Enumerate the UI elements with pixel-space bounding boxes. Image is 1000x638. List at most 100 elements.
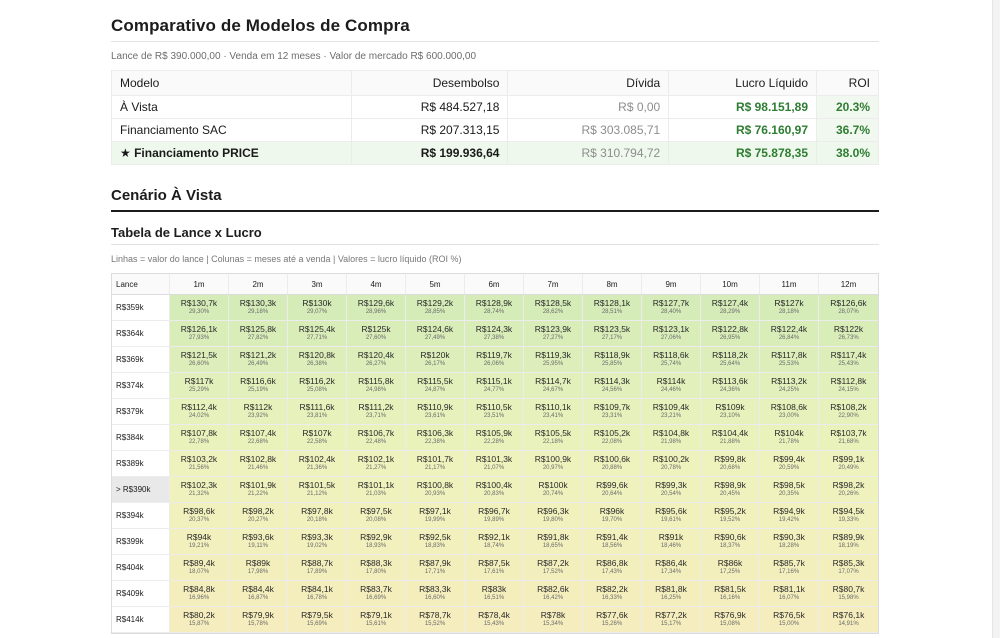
profit-value: R$78,4k: [478, 610, 510, 621]
lance-label: R$389k: [112, 451, 170, 476]
roi-value: 19,70%: [601, 516, 623, 523]
profit-value: R$115,5k: [417, 376, 453, 387]
page-title: Comparativo de Modelos de Compra: [111, 16, 410, 35]
profit-cell: R$88,3k 17,80%: [347, 555, 406, 580]
profit-cell: R$85,7k 17,16%: [760, 555, 819, 580]
roi-value: 20,88%: [601, 464, 623, 471]
roi-value: 18,28%: [778, 542, 800, 549]
profit-value: R$105,2k: [593, 428, 631, 439]
profit-cell: R$118,9k 25,85%: [583, 347, 642, 372]
profit-cell: R$116,2k 25,08%: [288, 373, 347, 398]
profit-cell: R$78,7k 15,52%: [406, 607, 465, 632]
profit-value: R$76,1k: [832, 610, 865, 621]
profit-value: R$115,1k: [476, 376, 512, 387]
profit-value: R$106,7k: [357, 428, 395, 439]
profit-cell: R$124,6k 27,49%: [406, 321, 465, 346]
profit-cell: R$97,8k 20,18%: [288, 503, 347, 528]
lance-row: R$409k R$84,8k 16,96% R$84,4k 16,87% R$84,1k 1…: [112, 581, 878, 607]
profit-value: R$90,3k: [773, 532, 805, 543]
roi-value: 19,02%: [306, 542, 328, 549]
profit-cell: R$94,9k 19,42%: [760, 503, 819, 528]
profit-cell: R$125k 27,60%: [347, 321, 406, 346]
profit-cell: R$104,8k 21,98%: [642, 425, 701, 450]
roi-value: 20,37%: [188, 516, 210, 523]
profit-value: R$121,2k: [239, 350, 277, 361]
profit-cell: R$120,4k 26,27%: [347, 347, 406, 372]
profit-value: R$98,2k: [242, 506, 274, 517]
roi-value: 21,07%: [483, 464, 505, 471]
profit-cell: R$128,9k 28,74%: [465, 295, 524, 320]
roi-value: 26,49%: [247, 360, 269, 367]
lance-row: R$394k R$98,6k 20,37% R$98,2k 20,27% R$97,8k 2…: [112, 503, 878, 529]
roi-value: 17,07%: [838, 568, 859, 575]
profit-value: R$79,5k: [301, 610, 333, 621]
profit-value: R$79,1k: [360, 610, 392, 621]
profit-cell: R$119,7k 26,06%: [465, 347, 524, 372]
profit-value: R$127k: [774, 298, 804, 309]
roi-value: 16,60%: [424, 594, 446, 601]
roi-value: 27,38%: [483, 334, 505, 341]
desembolso-cell: R$ 199.936,64: [350, 141, 509, 165]
lance-label: R$414k: [112, 607, 170, 632]
profit-value: R$90,6k: [714, 532, 746, 543]
table-title-divider: [111, 244, 879, 245]
roi-value: 22,48%: [365, 438, 387, 445]
profit-cell: R$113,6k 24,36%: [701, 373, 760, 398]
roi-value: 20,35%: [778, 490, 800, 497]
profit-value: R$111,2k: [358, 402, 394, 413]
profit-value: R$103,2k: [180, 454, 218, 465]
roi-value: 21,68%: [838, 438, 859, 445]
profit-value: R$120,8k: [298, 350, 336, 361]
profit-cell: R$92,1k 18,74%: [465, 529, 524, 554]
profit-cell: R$109,4k 23,21%: [642, 399, 701, 424]
profit-value: R$126,1k: [180, 324, 218, 335]
profit-value: R$82,2k: [596, 584, 628, 595]
profit-value: R$122,8k: [711, 324, 749, 335]
modelo-cell: Financiamento SAC: [111, 118, 352, 142]
profit-value: R$108,6k: [770, 402, 808, 413]
profit-cell: R$105,9k 22,28%: [465, 425, 524, 450]
roi-value: 27,17%: [601, 334, 623, 341]
profit-value: R$78k: [540, 610, 566, 621]
profit-value: R$82,6k: [537, 584, 569, 595]
corner-label: Lance: [112, 274, 170, 294]
profit-value: R$117,4k: [830, 350, 867, 361]
roi-value: 17,34%: [660, 568, 682, 575]
profit-value: R$124,6k: [416, 324, 454, 335]
comparison-header-row: Modelo Desembolso Dívida Lucro Líquido R…: [111, 70, 879, 96]
roi-value: 27,27%: [542, 334, 564, 341]
profit-value: R$102,3k: [180, 480, 218, 491]
profit-value: R$109,4k: [652, 402, 690, 413]
profit-value: R$87,9k: [419, 558, 451, 569]
profit-cell: R$130,7k 29,30%: [170, 295, 229, 320]
profit-cell: R$80,7k 15,98%: [819, 581, 878, 606]
profit-cell: R$115,1k 24,77%: [465, 373, 524, 398]
profit-value: R$122k: [833, 324, 864, 335]
profit-cell: R$101,3k 21,07%: [465, 451, 524, 476]
roi-value: 16,07%: [778, 594, 800, 601]
profit-value: R$116,2k: [299, 376, 335, 387]
profit-value: R$104,4k: [711, 428, 749, 439]
profit-cell: R$117,4k 25,43%: [819, 347, 878, 372]
roi-value: 16,96%: [188, 594, 210, 601]
roi-value: 21,98%: [660, 438, 682, 445]
roi-value: 28,51%: [601, 308, 623, 315]
profit-value: R$113,2k: [771, 376, 807, 387]
roi-value: 23,51%: [483, 412, 505, 419]
profit-cell: R$127k 28,18%: [760, 295, 819, 320]
roi-value: 29,18%: [247, 308, 269, 315]
roi-value: 15,08%: [719, 620, 741, 627]
profit-cell: R$81,5k 16,16%: [701, 581, 760, 606]
roi-value: 23,81%: [306, 412, 328, 419]
profit-cell: R$89,9k 18,19%: [819, 529, 878, 554]
profit-value: R$127,4k: [711, 298, 749, 309]
profit-value: R$117,8k: [771, 350, 807, 361]
profit-value: R$124,3k: [475, 324, 513, 335]
lance-label: R$364k: [112, 321, 170, 346]
profit-value: R$105,5k: [534, 428, 572, 439]
profit-cell: R$100,6k 20,88%: [583, 451, 642, 476]
profit-cell: R$101,7k 21,17%: [406, 451, 465, 476]
roi-value: 24,56%: [601, 386, 623, 393]
roi-value: 28,18%: [778, 308, 800, 315]
vertical-scrollbar[interactable]: [992, 0, 1000, 638]
